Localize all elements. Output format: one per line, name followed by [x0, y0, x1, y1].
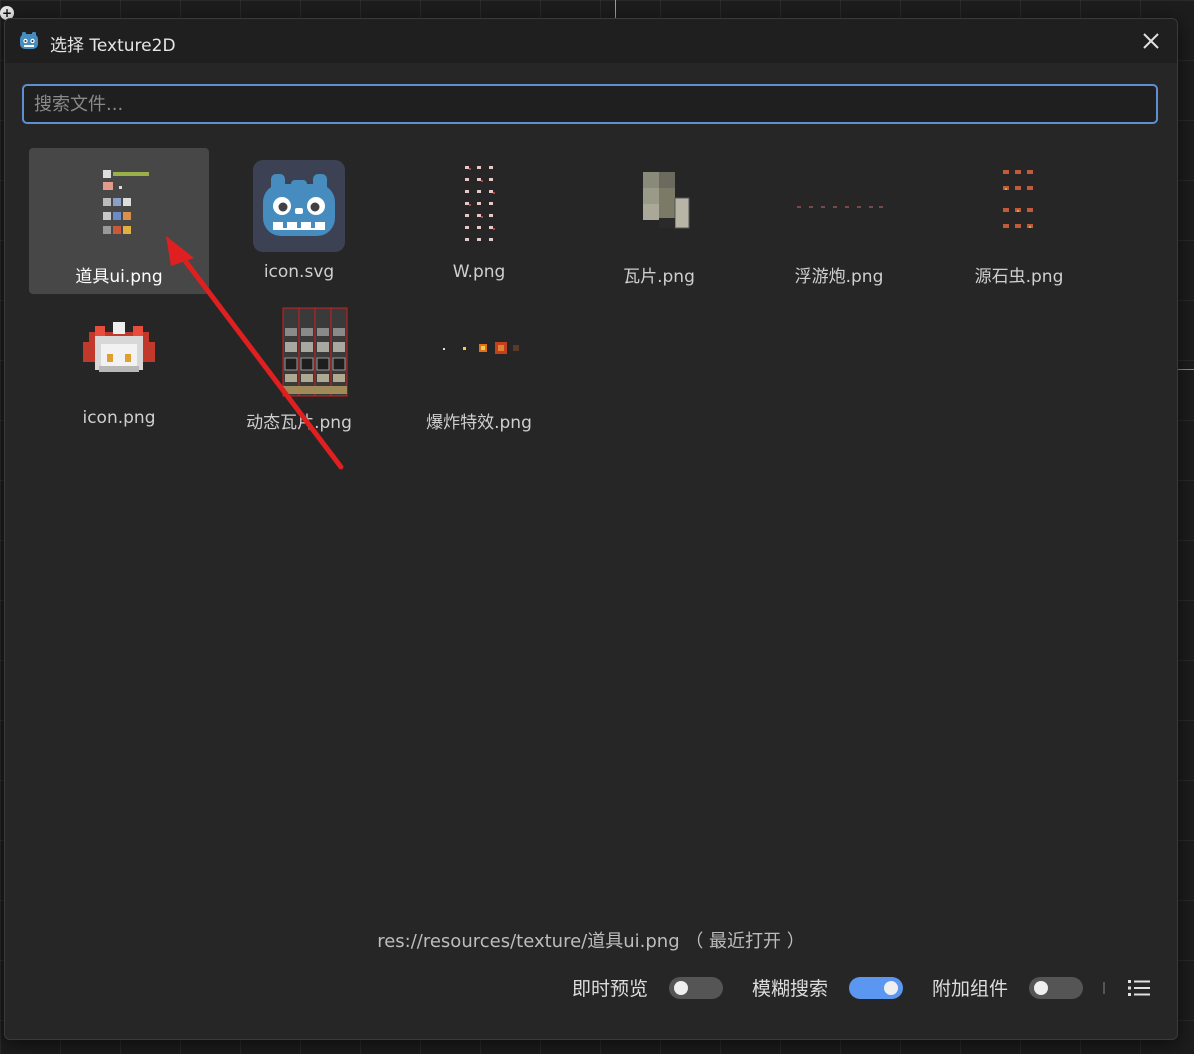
- pixel-character-thumbnail: [83, 322, 155, 372]
- file-item-icon-svg[interactable]: icon.svg: [209, 148, 389, 294]
- sprite-strip-thumbnail: [797, 206, 883, 208]
- godot-icon: [253, 160, 345, 252]
- file-item-W[interactable]: W.png: [389, 148, 569, 294]
- file-name: 道具ui.png: [75, 267, 163, 287]
- explosion-strip-thumbnail: [443, 342, 519, 354]
- file-name: icon.svg: [263, 262, 335, 282]
- fuzzy-search-toggle[interactable]: [849, 977, 903, 999]
- search-input[interactable]: [22, 84, 1158, 124]
- file-item-道具ui[interactable]: 道具ui.png: [29, 148, 209, 294]
- file-item-浮游炮[interactable]: 浮游炮.png: [749, 148, 929, 294]
- tile-sheet-thumbnail: [643, 172, 690, 229]
- dialog-title: 选择 Texture2D: [50, 36, 176, 56]
- extra-components-toggle[interactable]: [1029, 977, 1083, 999]
- guide-line-horizontal: [1176, 369, 1194, 370]
- file-name: 源石虫.png: [974, 267, 1064, 287]
- title-bar: 选择 Texture2D: [5, 19, 1177, 63]
- guide-line-vertical: [615, 0, 616, 20]
- godot-icon: [20, 32, 38, 49]
- file-name: W.png: [452, 262, 506, 282]
- fuzzy-search-label: 模糊搜索: [752, 978, 829, 1000]
- toggle-knob: [1034, 981, 1048, 995]
- file-item-瓦片[interactable]: 瓦片.png: [569, 148, 749, 294]
- file-item-动态瓦片[interactable]: 动态瓦片.png: [209, 294, 389, 440]
- file-name: 爆炸特效.png: [426, 413, 532, 433]
- animated-tile-sheet-thumbnail: [282, 307, 348, 397]
- sprite-grid-thumbnail: [465, 166, 495, 241]
- extra-components-label: 附加组件: [932, 978, 1009, 1000]
- file-name: 瓦片.png: [623, 267, 695, 287]
- toggle-knob: [674, 981, 688, 995]
- file-item-爆炸特效[interactable]: 爆炸特效.png: [389, 294, 569, 440]
- file-name: 浮游炮.png: [794, 267, 884, 287]
- instant-preview-toggle[interactable]: [669, 977, 723, 999]
- file-name: icon.png: [82, 408, 156, 428]
- selected-file-path: res://resources/texture/道具ui.png （ 最近打开 …: [377, 931, 805, 952]
- toggle-knob: [884, 981, 898, 995]
- file-item-icon-png[interactable]: icon.png: [29, 294, 209, 440]
- file-item-源石虫[interactable]: 源石虫.png: [929, 148, 1109, 294]
- list-view-icon[interactable]: [1127, 977, 1151, 999]
- divider: [1103, 982, 1105, 994]
- item-sprite-sheet-thumbnail: [103, 170, 149, 234]
- texture-picker-dialog: 选择 Texture2D 道具ui.png: [4, 18, 1178, 1040]
- close-icon[interactable]: [1139, 29, 1163, 53]
- sprite-grid-thumbnail: [1003, 170, 1033, 228]
- file-name: 动态瓦片.png: [246, 413, 352, 433]
- instant-preview-label: 即时预览: [572, 978, 649, 1000]
